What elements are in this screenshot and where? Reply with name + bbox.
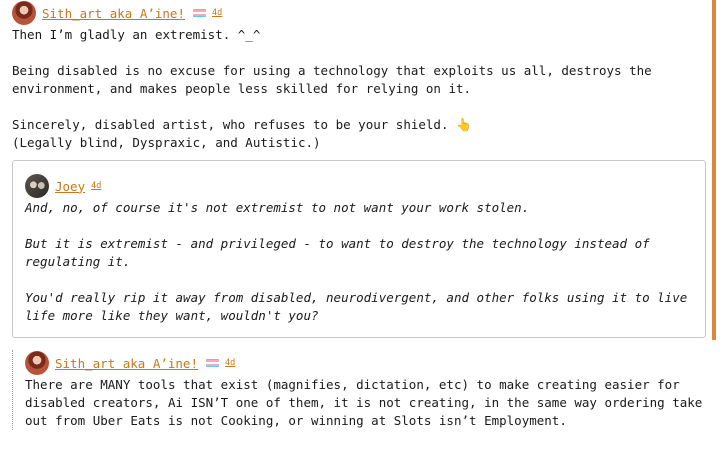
trans-flag-icon <box>193 8 206 18</box>
post-body: Then I’m gladly an extremist. ^_^ Being … <box>12 26 702 152</box>
avatar[interactable] <box>25 351 49 375</box>
author-link[interactable]: Sith_art aka A’ine! <box>55 356 198 371</box>
post-paragraph: Then I’m gladly an extremist. ^_^ <box>12 27 261 42</box>
post-paragraph: Being disabled is no excuse for using a … <box>12 63 660 96</box>
post-paragraph: Sincerely, disabled artist, who refuses … <box>12 116 702 152</box>
author-link[interactable]: Sith_art aka A’ine! <box>42 6 185 21</box>
avatar[interactable] <box>12 1 36 25</box>
thread-accent-bar <box>712 0 716 340</box>
post-header: Sith_art aka A’ine! 4d <box>12 0 702 26</box>
quoted-post[interactable]: Joey 4d And, no, of course it's not extr… <box>12 160 706 338</box>
reply-post: Sith_art aka A’ine! 4d There are MANY to… <box>12 350 721 430</box>
reply-header: Sith_art aka A’ine! 4d <box>25 350 721 376</box>
reply-paragraph: There are MANY tools that exist (magnifi… <box>25 377 710 428</box>
trans-flag-icon <box>206 358 219 368</box>
author-link[interactable]: Joey <box>55 179 85 194</box>
reply-body: There are MANY tools that exist (magnifi… <box>25 376 721 430</box>
post-paragraph-text: Sincerely, disabled artist, who refuses … <box>12 117 457 132</box>
quote-paragraph: But it is extremist - and privileged - t… <box>25 236 658 269</box>
post-footnote: (Legally blind, Dyspraxic, and Autistic.… <box>12 135 321 150</box>
quote-timestamp[interactable]: 4d <box>91 181 101 191</box>
pointing-up-icon: 👆 <box>456 117 472 132</box>
quote-paragraph: You'd really rip it away from disabled, … <box>25 290 695 323</box>
quote-header: Joey 4d <box>25 173 693 199</box>
post-timestamp[interactable]: 4d <box>212 8 222 18</box>
reply-timestamp[interactable]: 4d <box>225 358 235 368</box>
avatar[interactable] <box>25 174 49 198</box>
quote-body: And, no, of course it's not extremist to… <box>25 199 693 325</box>
main-post: Sith_art aka A’ine! 4d Then I’m gladly a… <box>12 0 702 152</box>
quote-paragraph: And, no, of course it's not extremist to… <box>25 200 530 215</box>
